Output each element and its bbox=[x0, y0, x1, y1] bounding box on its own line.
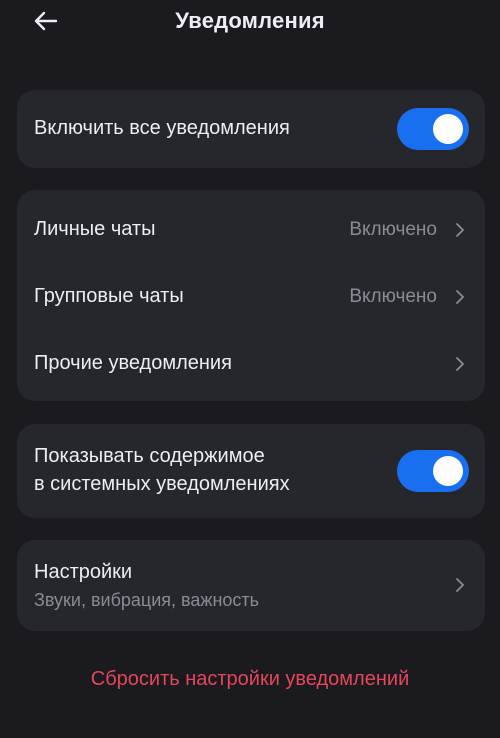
show-content-label-line2: в системных уведомлениях bbox=[34, 473, 290, 495]
master-toggle-label: Включить все уведомления bbox=[34, 117, 290, 139]
chevron-right-icon bbox=[456, 578, 464, 592]
settings-row[interactable]: Настройки Звуки, вибрация, важность bbox=[17, 540, 485, 631]
settings-sublabel: Звуки, вибрация, важность bbox=[34, 590, 260, 610]
settings-card: Настройки Звуки, вибрация, важность bbox=[17, 540, 485, 631]
reset-notifications-button[interactable]: Сбросить настройки уведомлений bbox=[0, 668, 500, 691]
top-bar: Уведомления bbox=[0, 0, 500, 44]
master-toggle-row[interactable]: Включить все уведомления bbox=[17, 90, 485, 168]
chevron-right-icon bbox=[456, 223, 464, 237]
chevron-right-icon bbox=[456, 290, 464, 304]
category-item-other-notifications[interactable]: Прочие уведомления bbox=[17, 330, 485, 396]
toggle-knob bbox=[433, 456, 463, 486]
master-toggle-switch[interactable] bbox=[397, 108, 469, 150]
page-title: Уведомления bbox=[175, 8, 325, 33]
show-content-switch[interactable] bbox=[397, 450, 469, 492]
category-status: Включено bbox=[349, 219, 437, 240]
category-label: Личные чаты bbox=[34, 218, 156, 240]
category-item-group-chats[interactable]: Групповые чаты Включено bbox=[17, 263, 485, 329]
toggle-knob bbox=[433, 114, 463, 144]
show-content-card: Показывать содержимое в системных уведом… bbox=[17, 424, 485, 518]
settings-label: Настройки bbox=[34, 561, 133, 583]
master-toggle-card: Включить все уведомления bbox=[17, 90, 485, 168]
show-content-label-line1: Показывать содержимое bbox=[34, 445, 265, 467]
category-label: Прочие уведомления bbox=[34, 352, 232, 374]
category-label: Групповые чаты bbox=[34, 285, 184, 307]
category-status: Включено bbox=[349, 286, 437, 307]
category-item-personal-chats[interactable]: Личные чаты Включено bbox=[17, 196, 485, 262]
chevron-right-icon bbox=[456, 357, 464, 371]
categories-card: Личные чаты Включено Групповые чаты Вклю… bbox=[17, 190, 485, 401]
show-content-row[interactable]: Показывать содержимое в системных уведом… bbox=[17, 424, 485, 518]
